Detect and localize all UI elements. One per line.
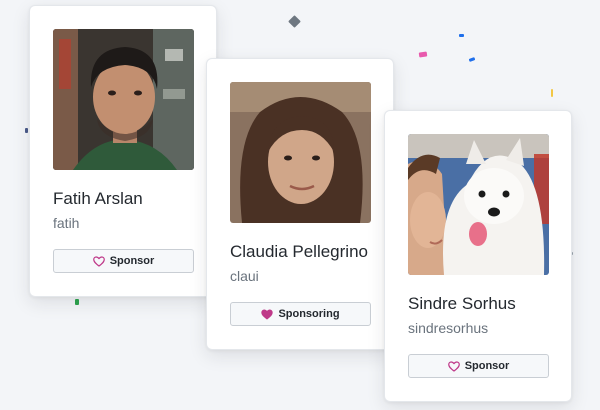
sponsor-button[interactable]: Sponsor — [408, 354, 549, 378]
confetti-piece — [418, 51, 428, 58]
sponsor-handle: claui — [230, 268, 259, 284]
sponsor-card-sindresorhus: Sindre Sorhus sindresorhus Sponsor — [384, 110, 572, 402]
sponsor-card-claui: Claudia Pellegrino claui Sponsoring — [206, 58, 394, 350]
sponsor-button-label: Sponsoring — [278, 308, 340, 320]
avatar[interactable] — [408, 134, 549, 275]
sponsor-card-fatih: Fatih Arslan fatih Sponsor — [29, 5, 217, 297]
confetti-piece — [468, 57, 476, 62]
confetti-piece — [459, 34, 464, 37]
heart-filled-icon — [261, 309, 274, 319]
confetti-diamond — [288, 15, 301, 28]
sponsor-button-label: Sponsor — [464, 360, 510, 372]
heart-outline-icon — [447, 360, 460, 372]
heart-outline-icon — [92, 255, 105, 267]
avatar[interactable] — [230, 82, 371, 223]
sponsoring-button[interactable]: Sponsoring — [230, 302, 371, 326]
sponsor-name: Claudia Pellegrino — [230, 242, 368, 261]
avatar[interactable] — [53, 29, 194, 170]
sponsor-name: Sindre Sorhus — [408, 294, 516, 313]
confetti-piece — [551, 89, 553, 97]
sponsor-button-label: Sponsor — [109, 255, 155, 267]
confetti-piece — [25, 128, 28, 133]
sponsor-button[interactable]: Sponsor — [53, 249, 194, 273]
confetti-piece — [75, 299, 79, 305]
sponsor-handle: sindresorhus — [408, 320, 489, 336]
sponsor-handle: fatih — [53, 215, 80, 231]
sponsor-name: Fatih Arslan — [53, 189, 143, 208]
